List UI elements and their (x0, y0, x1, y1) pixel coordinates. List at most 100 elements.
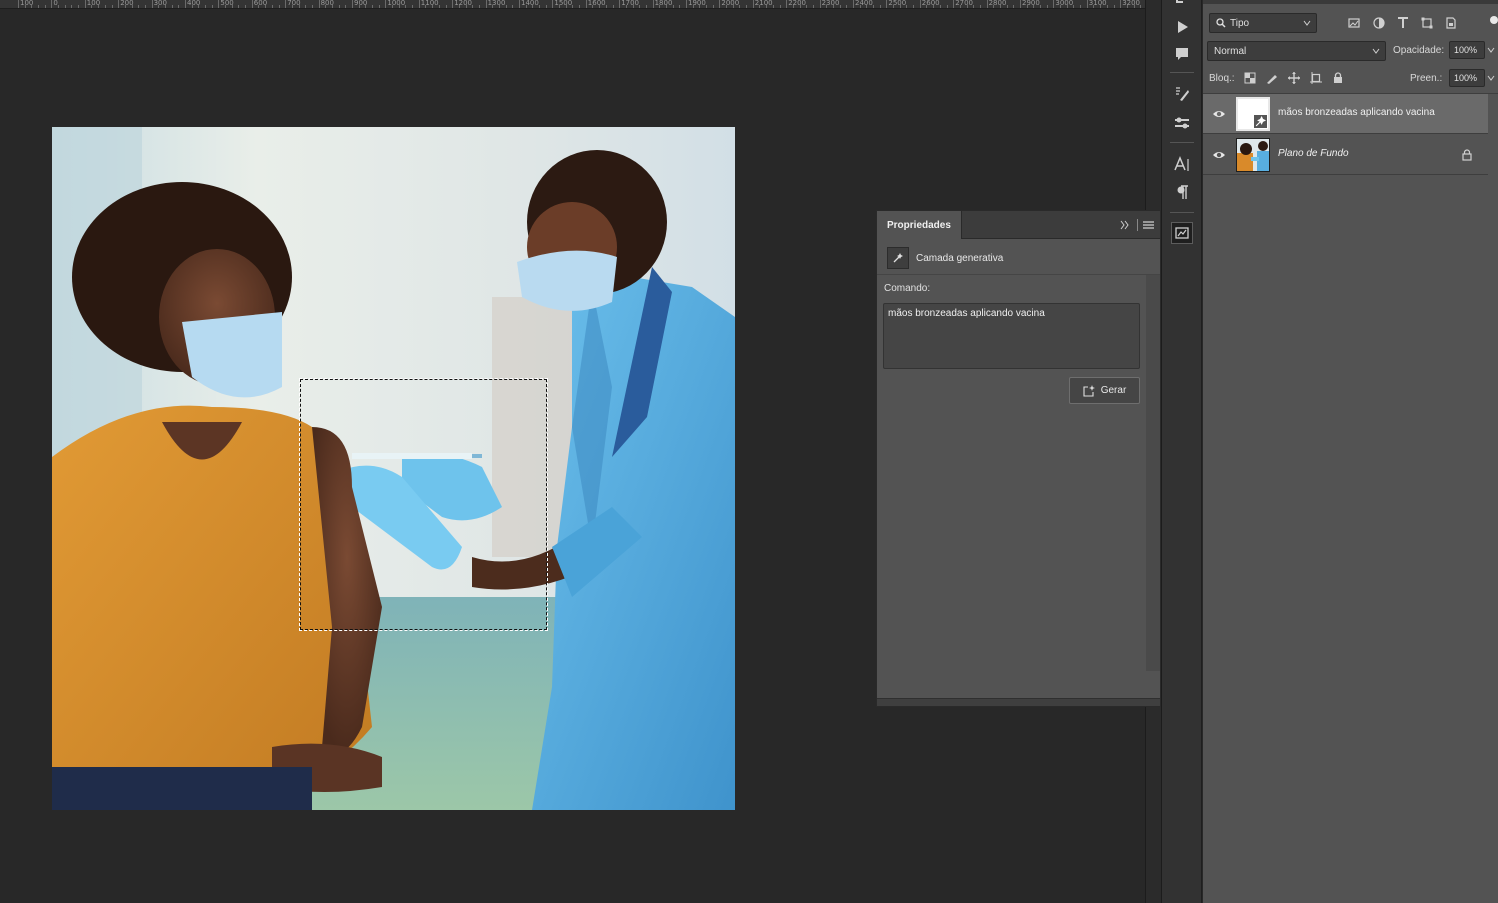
ruler-minor-tick (458, 5, 460, 8)
layer-kind-label: Camada generativa (916, 253, 1004, 264)
ruler-minor-tick (565, 5, 567, 8)
ruler-minor-tick (826, 5, 828, 8)
ruler-minor-tick (225, 5, 227, 8)
ruler-tick (18, 0, 19, 8)
ruler-minor-tick (625, 5, 627, 8)
ruler-minor-tick (665, 5, 667, 8)
lock-artboard-icon[interactable] (1309, 71, 1323, 85)
ruler-tick (418, 0, 420, 8)
ruler-tick (485, 0, 487, 8)
ruler-minor-tick (238, 5, 240, 8)
ruler-label: 2000 (721, 0, 740, 7)
ruler-minor-tick (24, 5, 26, 8)
tab-properties[interactable]: Propriedades (877, 211, 962, 239)
layer-row-generative[interactable]: mãos bronzeadas aplicando vacina (1203, 94, 1488, 134)
ruler-tick (752, 0, 754, 8)
ruler-minor-tick (672, 5, 674, 8)
blend-mode-select[interactable]: Normal (1207, 41, 1386, 61)
ruler-minor-tick (345, 5, 347, 8)
ruler-label: 1400 (521, 0, 539, 7)
ruler-minor-tick (979, 5, 981, 8)
resize-handle[interactable] (877, 698, 1160, 706)
ruler-minor-tick (71, 5, 73, 8)
chevron-down-icon (1303, 20, 1311, 26)
ruler-minor-tick (545, 5, 547, 8)
shape-filter-icon[interactable] (1420, 16, 1434, 30)
blend-mode-value: Normal (1214, 45, 1247, 57)
comment-icon[interactable] (1172, 44, 1192, 64)
tool-divider (1170, 212, 1194, 213)
layer-thumbnail (1236, 138, 1270, 172)
lock-pixels-icon[interactable] (1265, 71, 1279, 85)
layer-row-background[interactable]: Plano de Fundo (1203, 135, 1488, 175)
ruler-minor-tick (298, 5, 300, 8)
character-icon[interactable] (1172, 154, 1192, 174)
ruler-tick (118, 0, 120, 8)
ruler-minor-tick (171, 5, 173, 8)
ruler-minor-tick (305, 5, 307, 8)
opacity-value: 100% (1454, 45, 1478, 55)
ruler-minor-tick (759, 5, 761, 8)
ruler-minor-tick (291, 5, 293, 8)
horizontal-ruler[interactable]: 100 0 100 200 300 400 500 600 700 800 900 1000 1100 1… (0, 0, 1145, 9)
properties-scrollbar[interactable] (1146, 275, 1160, 671)
ruler-minor-tick (592, 5, 594, 8)
header-separator (1137, 219, 1138, 231)
ruler-minor-tick (472, 5, 474, 8)
ruler-minor-tick (1126, 5, 1128, 8)
command-textarea[interactable]: mãos bronzeadas aplicando vacina (883, 303, 1140, 369)
brush-settings-icon[interactable] (1172, 84, 1192, 104)
history-icon[interactable] (1172, 0, 1192, 8)
ruler-label: 1800 (654, 0, 673, 7)
ruler-minor-tick (939, 5, 941, 8)
ruler-minor-tick (1113, 5, 1115, 8)
ruler-tick (151, 0, 153, 8)
ruler-label: 2900 (1022, 0, 1040, 7)
chevron-down-icon[interactable] (1487, 74, 1495, 82)
generate-button[interactable]: Gerar (1069, 377, 1140, 404)
ruler-minor-tick (325, 5, 327, 8)
type-filter-icon[interactable] (1396, 16, 1410, 30)
command-label: Comando: (884, 283, 931, 294)
ruler-minor-tick (158, 5, 160, 8)
lock-icon[interactable] (1461, 149, 1473, 161)
ruler-minor-tick (124, 5, 126, 8)
chevron-down-icon[interactable] (1487, 46, 1495, 54)
ruler-minor-tick (959, 5, 961, 8)
ruler-minor-tick (712, 5, 714, 8)
ruler-minor-tick (438, 5, 440, 8)
adjustments-icon[interactable] (1172, 113, 1192, 133)
ruler-tick (251, 0, 253, 8)
adjustment-filter-icon[interactable] (1372, 16, 1386, 30)
marquee-selection[interactable] (299, 378, 548, 631)
ruler-minor-tick (559, 5, 561, 8)
ruler-minor-tick (445, 5, 447, 8)
panel-menu-icon[interactable] (1143, 220, 1154, 230)
ruler-label: 2700 (955, 0, 974, 7)
properties-panel-icon[interactable] (1171, 222, 1193, 244)
ruler-tick (352, 0, 353, 8)
properties-layer-kind: Camada generativa (877, 239, 1160, 275)
lock-all-icon[interactable] (1331, 71, 1345, 85)
collapse-icon[interactable] (1120, 220, 1130, 230)
layer-filter-select[interactable]: Tipo (1209, 13, 1317, 33)
lock-transparency-icon[interactable] (1243, 71, 1257, 85)
visibility-eye-icon[interactable] (1212, 107, 1226, 121)
paragraph-icon[interactable] (1172, 182, 1192, 202)
panel-tab-bar (1203, 0, 1498, 4)
visibility-eye-icon[interactable] (1212, 148, 1226, 162)
ruler-tick (652, 0, 654, 8)
play-icon[interactable] (1172, 17, 1192, 37)
fill-value: 100% (1454, 73, 1478, 83)
lock-position-icon[interactable] (1287, 71, 1301, 85)
ruler-minor-tick (331, 5, 333, 8)
generate-button-label: Gerar (1100, 385, 1127, 396)
ruler-minor-tick (58, 5, 60, 8)
image-filter-icon[interactable] (1347, 16, 1361, 30)
ruler-tick (919, 0, 921, 8)
fill-input[interactable]: 100% (1449, 69, 1485, 87)
opacity-input[interactable]: 100% (1449, 41, 1485, 59)
filter-toggle-icon[interactable] (1486, 13, 1498, 27)
ruler-tick (786, 0, 788, 8)
smartobject-filter-icon[interactable] (1444, 16, 1458, 30)
